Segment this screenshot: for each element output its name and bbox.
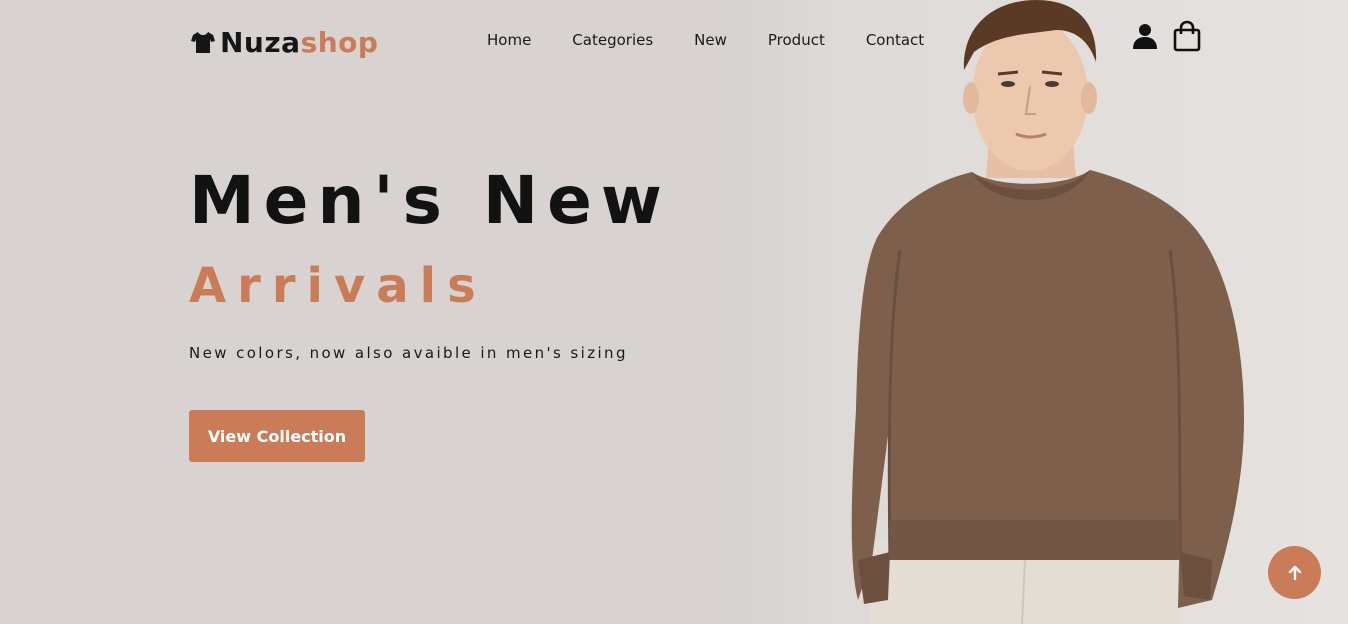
brand-name-part2: shop [300,25,379,59]
hero-title-line2: Arrivals [189,258,487,314]
shopping-bag-icon[interactable] [1172,20,1202,52]
brand-logo[interactable]: Nuzashop [190,24,378,60]
arrow-up-icon [1288,565,1301,580]
nav-item-categories[interactable]: Categories [572,31,653,49]
user-icon[interactable] [1131,22,1159,50]
brand-name-part1: Nuza [220,25,301,59]
view-collection-button[interactable]: View Collection [189,410,365,462]
hero-subtitle: New colors, now also avaible in men's si… [189,344,628,362]
nav-item-new[interactable]: New [694,31,727,49]
hero-title-line1: Men's New [189,162,671,239]
nav-item-home[interactable]: Home [487,31,531,49]
hero-model-image [851,0,1244,624]
tshirt-icon [191,32,215,53]
scroll-top-button[interactable] [1268,546,1321,599]
